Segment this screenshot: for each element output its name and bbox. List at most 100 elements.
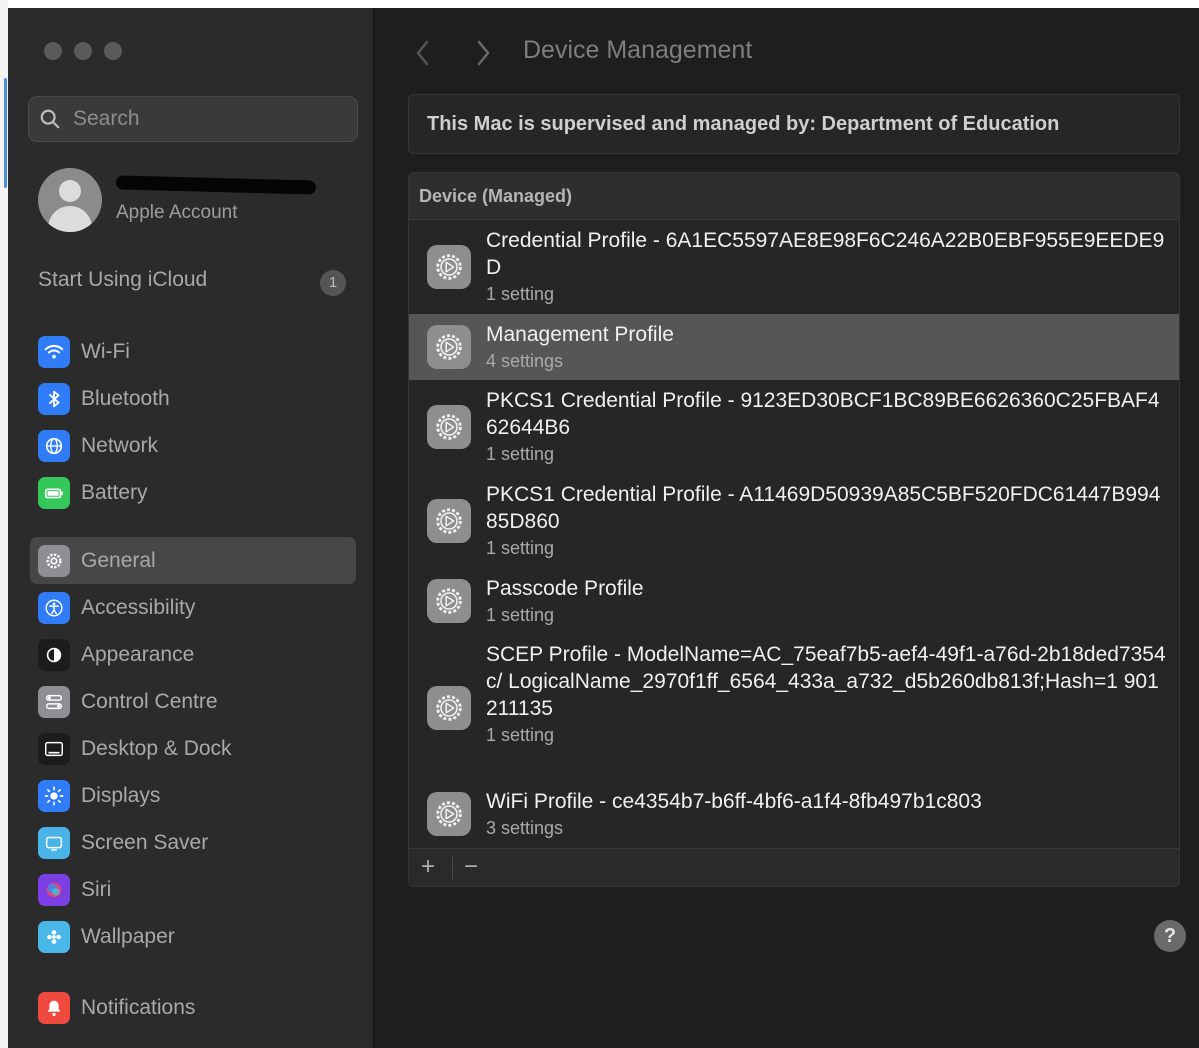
- sidebar-item-control-centre[interactable]: Control Centre: [30, 678, 356, 725]
- accessibility-icon: [38, 591, 70, 624]
- profile-settings-count: 1 setting: [486, 444, 555, 464]
- sidebar-item-network[interactable]: Network: [30, 422, 356, 469]
- profile-gear-icon: [427, 792, 471, 836]
- sidebar-item-label: Desktop & Dock: [81, 736, 232, 760]
- start-icloud-item[interactable]: Start Using iCloud 1: [38, 268, 348, 298]
- sidebar-item-label: Appearance: [81, 642, 195, 666]
- sidebar-item-siri[interactable]: Siri: [30, 866, 356, 913]
- desktop-accent: [4, 78, 7, 188]
- profile-name: PKCS1 Credential Profile - A11469D50939A…: [486, 483, 1161, 533]
- notification-badge: 1: [320, 270, 346, 296]
- sidebar-group-system: General Accessibility Appearance Control Ce…: [30, 537, 356, 960]
- icloud-label: Start Using iCloud: [38, 268, 208, 291]
- sidebar-item-accessibility[interactable]: Accessibility: [30, 584, 356, 631]
- profile-settings-count: 4 settings: [486, 350, 564, 371]
- sidebar-item-label: Network: [81, 433, 159, 457]
- profile-settings-count: 1 setting: [486, 604, 555, 625]
- sidebar-item-bluetooth[interactable]: Bluetooth: [30, 375, 356, 422]
- sun-icon: [38, 779, 70, 812]
- appearance-icon: [38, 638, 70, 671]
- window-controls: [44, 42, 122, 60]
- profile-name: Passcode Profile: [486, 576, 644, 600]
- sidebar-item-label: Notifications: [81, 995, 196, 1019]
- wifi-icon: [38, 335, 70, 368]
- screen-saver-icon: [38, 826, 70, 859]
- sidebar-item-label: Displays: [81, 783, 161, 807]
- supervision-text: This Mac is supervised and managed by: D…: [427, 112, 1060, 135]
- sidebar-item-displays[interactable]: Displays: [30, 772, 356, 819]
- section-header: Device (Managed): [409, 173, 1179, 220]
- profile-gear-icon: [427, 245, 471, 289]
- profile-name: Management Profile: [486, 322, 674, 346]
- gear-icon: [38, 544, 70, 577]
- sidebar-item-battery[interactable]: Battery: [30, 469, 356, 516]
- back-chevron-icon[interactable]: [413, 38, 433, 68]
- bluetooth-icon: [38, 382, 70, 415]
- profile-settings-count: 1 setting: [486, 284, 555, 304]
- sidebar-item-notifications[interactable]: Notifications: [30, 984, 356, 1031]
- profiles-panel: Device (Managed) Credential Profile - 6A…: [408, 172, 1180, 887]
- avatar: [38, 168, 102, 232]
- supervision-banner: This Mac is supervised and managed by: D…: [408, 94, 1180, 154]
- profile-gear-icon: [427, 579, 471, 623]
- profile-list: Credential Profile - 6A1EC5597AE8E98F6C2…: [409, 220, 1179, 847]
- search-icon: [40, 109, 60, 129]
- help-button[interactable]: ?: [1154, 920, 1186, 952]
- sidebar-item-label: Wallpaper: [81, 924, 175, 948]
- wallpaper-icon: [38, 920, 70, 953]
- sidebar-item-screen-saver[interactable]: Screen Saver: [30, 819, 356, 866]
- profile-row[interactable]: PKCS1 Credential Profile - A11469D50939A…: [409, 474, 1179, 568]
- siri-icon: [38, 873, 70, 906]
- profile-settings-count: 1 setting: [486, 724, 555, 745]
- profile-row[interactable]: Passcode Profile 1 setting: [409, 568, 1179, 634]
- profile-name: WiFi Profile - ce4354b7-b6ff-4bf6-a1f4-8…: [486, 789, 982, 813]
- account-subtitle: Apple Account: [116, 202, 238, 223]
- profile-gear-icon: [427, 325, 471, 369]
- sidebar-item-desktop-dock[interactable]: Desktop & Dock: [30, 725, 356, 772]
- profile-row[interactable]: Credential Profile - 6A1EC5597AE8E98F6C2…: [409, 220, 1179, 314]
- battery-icon: [38, 476, 70, 509]
- search-input[interactable]: [73, 107, 333, 131]
- profile-row[interactable]: PKCS1 Credential Profile - 9123ED30BCF1B…: [409, 380, 1179, 474]
- profile-row[interactable]: Management Profile 4 settings: [409, 314, 1179, 380]
- sidebar: Apple Account Start Using iCloud 1 Wi-Fi…: [8, 8, 374, 1048]
- forward-chevron-icon[interactable]: [473, 38, 493, 68]
- profile-gear-icon: [427, 499, 471, 543]
- sidebar-item-label: Screen Saver: [81, 830, 209, 854]
- profile-settings-count: 3 settings: [486, 817, 564, 838]
- close-button[interactable]: [44, 42, 62, 60]
- profile-row[interactable]: WiFi Profile - ce4354b7-b6ff-4bf6-a1f4-8…: [409, 781, 1179, 847]
- list-footer: + −: [409, 848, 1179, 886]
- dock-icon: [38, 732, 70, 765]
- page-title: Device Management: [523, 36, 753, 64]
- profile-name: Credential Profile - 6A1EC5597AE8E98F6C2…: [486, 229, 1165, 279]
- sidebar-item-label: General: [81, 548, 156, 572]
- desktop-edge: [0, 0, 8, 1048]
- remove-profile-button[interactable]: −: [464, 853, 478, 881]
- section-header-label: Device (Managed): [419, 185, 573, 206]
- profile-gear-icon: [427, 405, 471, 449]
- footer-divider: [452, 857, 453, 879]
- sidebar-item-general[interactable]: General: [30, 537, 356, 584]
- sidebar-item-label: Bluetooth: [81, 386, 170, 410]
- sidebar-group-connectivity: Wi-Fi Bluetooth Network Battery: [30, 328, 356, 516]
- sidebar-group-notifications: Notifications: [30, 984, 356, 1031]
- add-profile-button[interactable]: +: [421, 853, 435, 881]
- apple-account[interactable]: Apple Account: [38, 168, 358, 234]
- zoom-button[interactable]: [104, 42, 122, 60]
- profile-gear-icon: [427, 685, 471, 730]
- sidebar-item-label: Siri: [81, 877, 112, 901]
- minimize-button[interactable]: [74, 42, 92, 60]
- sidebar-item-appearance[interactable]: Appearance: [30, 631, 356, 678]
- search-field[interactable]: [28, 96, 358, 142]
- profile-name: PKCS1 Credential Profile - 9123ED30BCF1B…: [486, 389, 1160, 439]
- sidebar-item-label: Control Centre: [81, 689, 218, 713]
- profile-name: SCEP Profile - ModelName=AC_75eaf7b5-aef…: [486, 642, 1166, 720]
- sidebar-item-label: Accessibility: [81, 595, 196, 619]
- profile-row[interactable]: SCEP Profile - ModelName=AC_75eaf7b5-aef…: [409, 634, 1179, 781]
- sidebar-item-wallpaper[interactable]: Wallpaper: [30, 913, 356, 960]
- sidebar-item-wi-fi[interactable]: Wi-Fi: [30, 328, 356, 375]
- globe-icon: [38, 429, 70, 462]
- profile-settings-count: 1 setting: [486, 538, 555, 558]
- control-centre-icon: [38, 685, 70, 718]
